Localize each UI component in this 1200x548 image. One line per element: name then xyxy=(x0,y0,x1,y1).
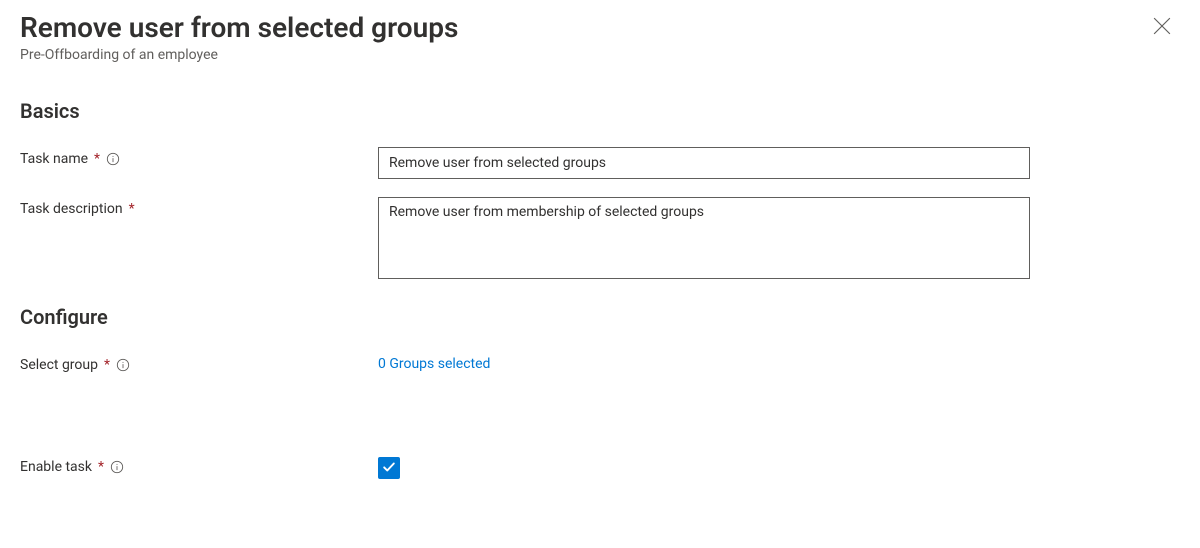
required-asterisk: * xyxy=(129,201,135,217)
basics-heading: Basics xyxy=(20,99,1180,123)
enable-task-label: Enable task xyxy=(20,459,92,475)
info-icon[interactable] xyxy=(110,460,124,474)
checkmark-icon xyxy=(382,459,396,478)
required-asterisk: * xyxy=(98,459,104,475)
task-description-input[interactable] xyxy=(378,197,1030,279)
required-asterisk: * xyxy=(104,357,110,373)
close-icon xyxy=(1153,17,1171,39)
required-asterisk: * xyxy=(94,151,100,167)
task-description-label: Task description xyxy=(20,201,123,217)
info-icon[interactable] xyxy=(106,152,120,166)
select-group-label: Select group xyxy=(20,357,98,373)
page-title: Remove user from selected groups xyxy=(20,10,458,45)
page-subtitle: Pre-Offboarding of an employee xyxy=(20,47,458,63)
configure-heading: Configure xyxy=(20,305,1180,329)
task-name-label: Task name xyxy=(20,151,88,167)
info-icon[interactable] xyxy=(116,358,130,372)
enable-task-checkbox[interactable] xyxy=(378,457,400,479)
task-name-input[interactable] xyxy=(378,147,1030,179)
select-group-link[interactable]: 0 Groups selected xyxy=(378,356,490,372)
close-button[interactable] xyxy=(1150,16,1174,40)
